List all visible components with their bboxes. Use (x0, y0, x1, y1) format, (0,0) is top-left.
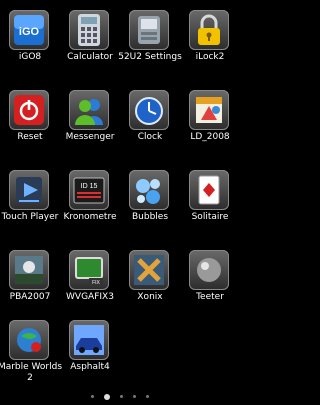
lock-icon (189, 10, 229, 50)
app-marble-worlds-2[interactable]: Marble Worlds 2 (0, 310, 62, 384)
app-wvgafix3[interactable]: FIX WVGAFIX3 (60, 240, 120, 314)
messenger-icon (69, 90, 109, 130)
bubbles-icon (129, 170, 169, 210)
app-messenger[interactable]: Messenger (60, 80, 120, 154)
xonix-icon (129, 250, 169, 290)
stopwatch-icon: ID 15 (69, 170, 109, 210)
fix-badge-text: FIX (92, 280, 100, 286)
marble-icon (9, 320, 49, 360)
page-dot-active[interactable] (104, 393, 110, 400)
app-pba2007[interactable]: PBA2007 (0, 240, 60, 314)
app-touch-player[interactable]: Touch Player (0, 160, 60, 234)
igo-icon: iGO (9, 10, 49, 50)
app-label: Asphalt4 (70, 362, 110, 372)
app-52u2-settings[interactable]: 52U2 Settings (118, 0, 182, 74)
page-dot[interactable] (133, 395, 136, 398)
page-dot[interactable] (91, 395, 94, 398)
clock-icon (129, 90, 169, 130)
app-igo8[interactable]: iGO iGO8 (0, 0, 60, 74)
app-solitaire[interactable]: Solitaire (180, 160, 240, 234)
car-icon (69, 320, 109, 360)
igo-logo-text: iGO (19, 26, 40, 38)
power-icon (9, 90, 49, 130)
player-icon (9, 170, 49, 210)
app-bubbles[interactable]: Bubbles (120, 160, 180, 234)
wvgafix-icon: FIX (69, 250, 109, 290)
page-indicator (0, 386, 240, 400)
app-grid: iGO iGO8 Calculator 52U2 Settings iLock2 (0, 0, 240, 383)
app-xonix[interactable]: Xonix (120, 240, 180, 314)
app-label: Solitaire (191, 212, 229, 222)
app-label: LD_2008 (190, 132, 230, 142)
app-reset[interactable]: Reset (0, 80, 60, 154)
app-label: iLock2 (195, 52, 225, 62)
app-clock[interactable]: Clock (120, 80, 180, 154)
app-ld-2008[interactable]: LD_2008 (180, 80, 240, 154)
ball-icon (189, 250, 229, 290)
app-asphalt4[interactable]: Asphalt4 (60, 310, 120, 384)
cards-icon (189, 170, 229, 210)
app-teeter[interactable]: Teeter (180, 240, 240, 314)
pba-icon (9, 250, 49, 290)
app-kronometre[interactable]: ID 15 Kronometre (60, 160, 120, 234)
app-calculator[interactable]: Calculator (60, 0, 120, 74)
kronometre-display-text: ID 15 (81, 183, 98, 190)
page-dot[interactable] (146, 395, 149, 398)
page-dot[interactable] (120, 395, 123, 398)
app-ilock2[interactable]: iLock2 (180, 0, 240, 74)
settings-icon (129, 10, 169, 50)
app-label: Teeter (196, 292, 224, 302)
ld-icon (189, 90, 229, 130)
calculator-icon (69, 10, 109, 50)
